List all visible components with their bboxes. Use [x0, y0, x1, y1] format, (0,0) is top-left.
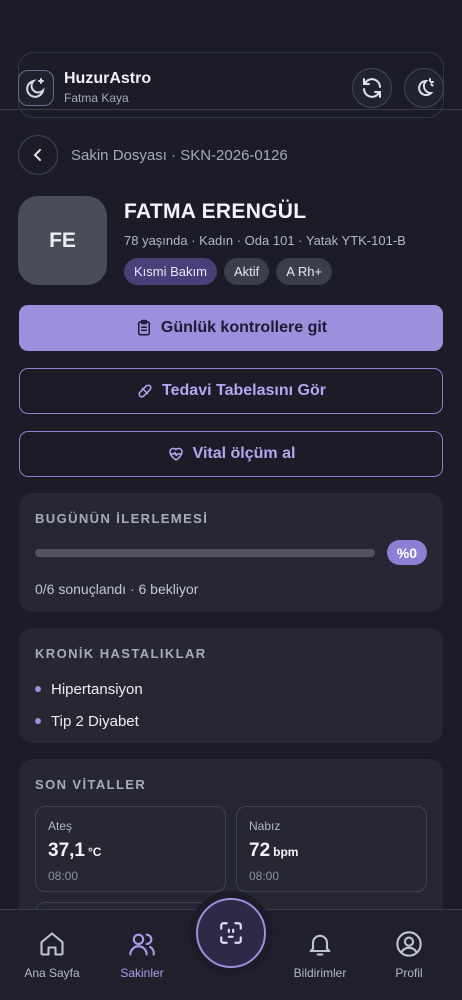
nav-profile[interactable]: Profil [369, 930, 449, 980]
vital-measure-button[interactable]: Vital ölçüm al [19, 431, 443, 477]
nav-residents-label: Sakinler [120, 966, 164, 980]
nav-profile-label: Profil [395, 966, 423, 980]
daily-checks-button[interactable]: Günlük kontrollere git [19, 305, 443, 351]
resident-meta: 78 yaşında · Kadın · Oda 101 · Yatak YTK… [124, 233, 406, 248]
chronic-title: KRONİK HASTALIKLAR [35, 646, 207, 661]
avatar: FE [18, 196, 107, 285]
progress-bar [35, 548, 375, 557]
vital-pulse[interactable]: Nabız 72 bpm 08:00 [236, 806, 427, 892]
scan-face-icon [220, 922, 242, 944]
bell-icon [309, 934, 331, 956]
pill-icon [138, 384, 152, 398]
disease-label: Hipertansiyon [51, 680, 143, 698]
resident-profile: FE FATMA ERENGÜL 78 yaşında · Kadın · Od… [18, 196, 406, 285]
status-badge: Aktif [223, 258, 270, 285]
nav-notifications[interactable]: Bildirimler [280, 930, 360, 980]
breadcrumb: Sakin Dosyası · SKN-2026-0126 [18, 135, 288, 175]
chevron-left-icon [33, 149, 41, 161]
scan-fab-ring [189, 891, 273, 975]
clipboard-icon [137, 319, 150, 336]
blood-type-badge: A Rh+ [276, 258, 333, 285]
progress-note: 0/6 sonuçlandı · 6 bekliyor [35, 581, 199, 597]
home-icon [40, 932, 64, 956]
disease-label: Tip 2 Diyabet [51, 712, 139, 730]
chronic-diseases-card: KRONİK HASTALIKLAR Hipertansiyon Tip 2 D… [19, 628, 443, 743]
nav-residents[interactable]: Sakinler [102, 930, 182, 980]
progress-title: BUGÜNÜN İLERLEMESİ [35, 511, 209, 526]
vital-time: 08:00 [249, 869, 280, 883]
nav-home-label: Ana Sayfa [24, 966, 80, 980]
refresh-icon [363, 77, 381, 98]
daily-checks-label: Günlük kontrollere git [160, 319, 328, 336]
moon-star-icon[interactable] [18, 69, 54, 106]
scan-button[interactable] [196, 898, 266, 968]
refresh-button[interactable] [352, 67, 392, 108]
list-item: Tip 2 Diyabet [35, 705, 427, 737]
progress-card: BUGÜNÜN İLERLEMESİ %0 0/6 sonuçlandı · 6… [19, 493, 443, 612]
progress-percent: %0 [386, 540, 427, 565]
user-name: Fatma Kaya [64, 91, 129, 105]
profile-icon [396, 931, 422, 957]
care-level-badge: Kısmi Bakım [124, 258, 217, 285]
app-header: HuzurAstro Fatma Kaya [0, 66, 462, 110]
vitals-title: SON VİTALLER [35, 777, 147, 792]
users-icon [129, 933, 155, 956]
vital-label: Nabız [249, 819, 281, 833]
back-button[interactable] [18, 135, 58, 175]
nav-home[interactable]: Ana Sayfa [12, 930, 92, 980]
treatment-chart-label: Tedavi Tabelasını Gör [162, 382, 326, 399]
vital-value: 72 [249, 840, 271, 861]
vital-time: 08:00 [48, 869, 79, 883]
treatment-chart-button[interactable]: Tedavi Tabelasını Gör [19, 368, 443, 414]
list-item: Hipertansiyon [35, 673, 427, 705]
breadcrumb-text: Sakin Dosyası · SKN-2026-0126 [71, 146, 288, 164]
app-name: HuzurAstro [64, 70, 152, 87]
heart-pulse-icon [168, 447, 183, 461]
vital-value: 37,1 [48, 840, 85, 861]
theme-toggle-button[interactable] [404, 67, 444, 108]
vital-unit: °C [87, 845, 102, 859]
vital-label: Ateş [48, 819, 73, 833]
vital-measure-label: Vital ölçüm al [192, 445, 296, 462]
vital-temperature[interactable]: Ateş 37,1 °C 08:00 [35, 806, 226, 892]
vital-unit: bpm [273, 845, 299, 859]
theme-icon [418, 77, 434, 96]
resident-name: FATMA ERENGÜL [124, 200, 307, 223]
nav-notifications-label: Bildirimler [293, 966, 347, 980]
